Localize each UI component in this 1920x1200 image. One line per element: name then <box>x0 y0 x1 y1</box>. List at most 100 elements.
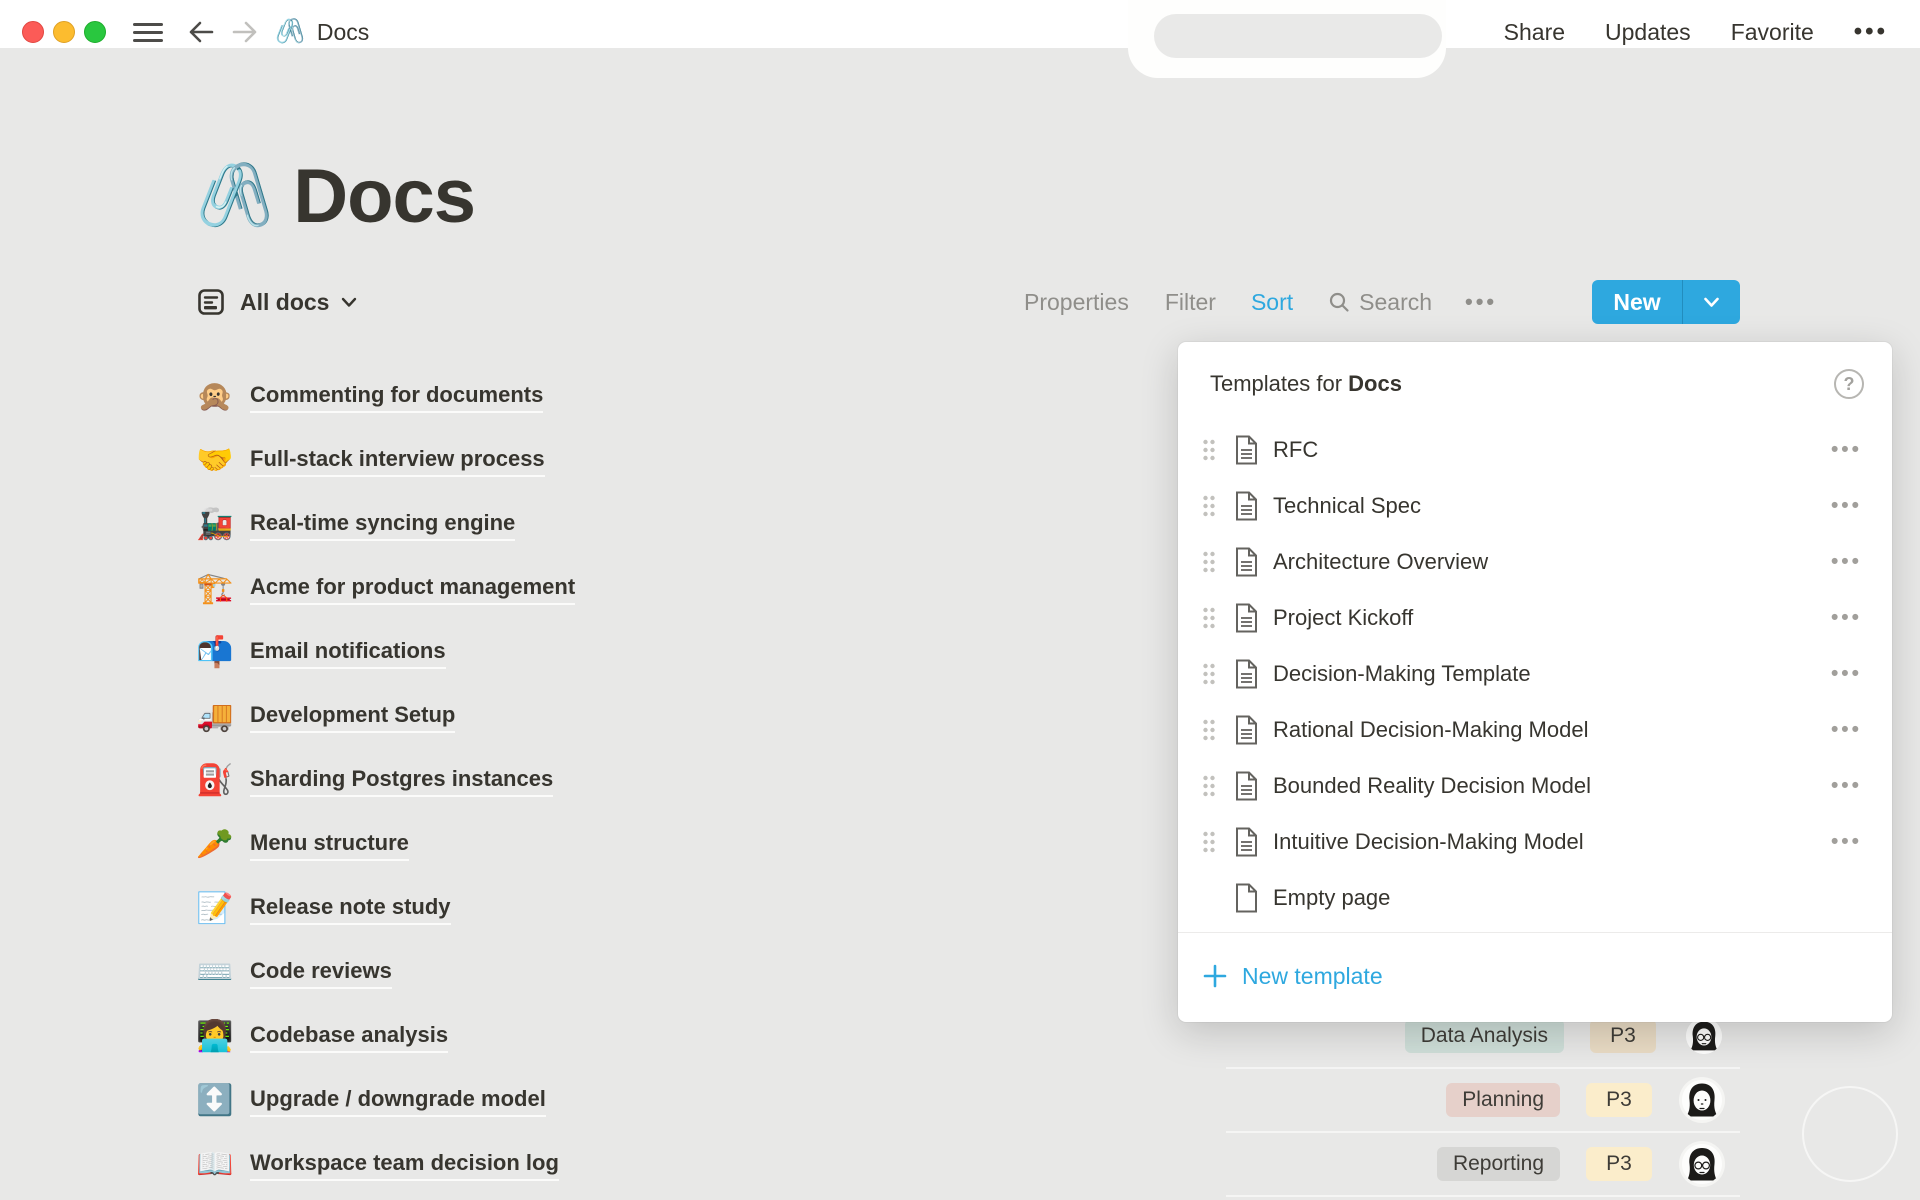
doc-title[interactable]: Commenting for documents <box>250 382 543 413</box>
template-name[interactable]: Architecture Overview <box>1273 549 1488 575</box>
tag-badge[interactable]: Reporting <box>1437 1147 1560 1181</box>
template-more-icon[interactable]: ••• <box>1831 606 1862 630</box>
back-icon[interactable] <box>187 20 215 44</box>
chevron-down-icon <box>341 297 357 308</box>
updates-button[interactable]: Updates <box>1605 19 1691 46</box>
doc-emoji-icon: 🤝 <box>196 446 238 476</box>
template-name[interactable]: Technical Spec <box>1273 493 1421 519</box>
template-row[interactable]: Rational Decision-Making Model ••• <box>1178 702 1892 758</box>
drag-handle-icon[interactable] <box>1202 550 1216 574</box>
empty-page-row[interactable]: Empty page <box>1178 870 1892 926</box>
template-name[interactable]: Rational Decision-Making Model <box>1273 717 1588 743</box>
template-name[interactable]: Bounded Reality Decision Model <box>1273 773 1591 799</box>
toolbar-more-icon[interactable]: ••• <box>1465 289 1497 315</box>
priority-badge[interactable]: P3 <box>1586 1147 1652 1181</box>
doc-title[interactable]: Email notifications <box>250 638 446 669</box>
template-row[interactable]: Project Kickoff ••• <box>1178 590 1892 646</box>
priority-badge[interactable]: P3 <box>1586 1083 1652 1117</box>
share-button[interactable]: Share <box>1504 19 1565 46</box>
doc-title[interactable]: Code reviews <box>250 958 392 989</box>
empty-page-icon <box>1234 883 1259 913</box>
drag-handle-icon[interactable] <box>1202 774 1216 798</box>
template-more-icon[interactable]: ••• <box>1831 494 1862 518</box>
template-more-icon[interactable]: ••• <box>1831 662 1862 686</box>
avatar[interactable] <box>1686 1018 1722 1054</box>
doc-emoji-icon: 👩‍💻 <box>196 1022 238 1052</box>
search-button[interactable]: Search <box>1328 289 1432 316</box>
new-button[interactable]: New <box>1592 280 1740 324</box>
doc-title[interactable]: Sharding Postgres instances <box>250 766 553 797</box>
tag-badge[interactable]: Planning <box>1446 1083 1560 1117</box>
doc-title[interactable]: Codebase analysis <box>250 1022 448 1053</box>
drag-handle-icon[interactable] <box>1202 606 1216 630</box>
templates-panel-header: Templates for Docs ? <box>1178 342 1892 406</box>
doc-emoji-icon: 🚚 <box>196 702 238 732</box>
drag-handle-icon[interactable] <box>1202 438 1216 462</box>
templates-panel: Templates for Docs ? RFC ••• Technical S… <box>1178 342 1892 1022</box>
document-icon <box>1234 771 1259 801</box>
more-actions-icon[interactable]: ••• <box>1854 18 1888 46</box>
template-more-icon[interactable]: ••• <box>1831 718 1862 742</box>
favorite-button[interactable]: Favorite <box>1731 19 1814 46</box>
template-name[interactable]: RFC <box>1273 437 1318 463</box>
template-more-icon[interactable]: ••• <box>1831 438 1862 462</box>
filter-button[interactable]: Filter <box>1165 289 1216 316</box>
new-template-button[interactable]: New template <box>1178 933 1892 1019</box>
template-row[interactable]: Intuitive Decision-Making Model ••• <box>1178 814 1892 870</box>
template-more-icon[interactable]: ••• <box>1831 550 1862 574</box>
template-row[interactable]: Decision-Making Template ••• <box>1178 646 1892 702</box>
tag-badge[interactable]: Data Analysis <box>1405 1019 1564 1053</box>
template-row[interactable]: Bounded Reality Decision Model ••• <box>1178 758 1892 814</box>
window-title: Docs <box>317 19 369 46</box>
doc-title[interactable]: Workspace team decision log <box>250 1150 559 1181</box>
doc-row-properties: Reporting P3 <box>1226 1133 1740 1197</box>
avatar[interactable] <box>1682 1080 1722 1120</box>
document-icon <box>1234 491 1259 521</box>
drag-handle-icon[interactable] <box>1202 718 1216 742</box>
template-more-icon[interactable]: ••• <box>1831 774 1862 798</box>
minimize-window-button[interactable] <box>53 21 75 43</box>
doc-emoji-icon: 🙊 <box>196 382 238 412</box>
doc-row[interactable]: 📖 Workspace team decision log Reporting … <box>196 1133 1740 1197</box>
template-row[interactable]: Architecture Overview ••• <box>1178 534 1892 590</box>
priority-badge[interactable]: P3 <box>1590 1019 1656 1053</box>
doc-emoji-icon: 🚂 <box>196 510 238 540</box>
forward-icon[interactable] <box>231 20 259 44</box>
drag-handle-icon[interactable] <box>1202 662 1216 686</box>
doc-row[interactable]: ↕️ Upgrade / downgrade model Planning P3 <box>196 1069 1740 1133</box>
doc-title[interactable]: Full-stack interview process <box>250 446 545 477</box>
drag-handle-icon[interactable] <box>1202 494 1216 518</box>
doc-emoji-icon: 📝 <box>196 894 238 924</box>
sort-button[interactable]: Sort <box>1251 289 1293 316</box>
doc-row-properties: Planning P3 <box>1226 1069 1740 1133</box>
template-more-icon[interactable]: ••• <box>1831 830 1862 854</box>
avatar[interactable] <box>1682 1144 1722 1184</box>
template-name[interactable]: Decision-Making Template <box>1273 661 1531 687</box>
doc-title[interactable]: Acme for product management <box>250 574 575 605</box>
close-window-button[interactable] <box>22 21 44 43</box>
menu-icon[interactable] <box>133 23 163 42</box>
new-button-label: New <box>1592 289 1682 316</box>
template-row[interactable]: Technical Spec ••• <box>1178 478 1892 534</box>
template-row[interactable]: RFC ••• <box>1178 422 1892 478</box>
doc-title[interactable]: Development Setup <box>250 702 455 733</box>
document-icon <box>1234 827 1259 857</box>
help-icon[interactable]: ? <box>1834 369 1864 399</box>
doc-title[interactable]: Real-time syncing engine <box>250 510 515 541</box>
doc-emoji-icon: ⛽ <box>196 766 238 796</box>
document-icon <box>1234 659 1259 689</box>
doc-title[interactable]: Release note study <box>250 894 451 925</box>
template-name[interactable]: Project Kickoff <box>1273 605 1413 631</box>
page-paperclip-icon: 🖇️ <box>275 20 305 44</box>
doc-title[interactable]: Menu structure <box>250 830 409 861</box>
properties-button[interactable]: Properties <box>1024 289 1129 316</box>
template-name[interactable]: Intuitive Decision-Making Model <box>1273 829 1584 855</box>
new-dropdown-chevron-icon[interactable] <box>1683 297 1740 308</box>
zoom-window-button[interactable] <box>84 21 106 43</box>
doc-emoji-icon: ↕️ <box>196 1086 238 1116</box>
drag-handle-icon[interactable] <box>1202 830 1216 854</box>
doc-title[interactable]: Upgrade / downgrade model <box>250 1086 546 1117</box>
view-selector[interactable]: All docs <box>196 280 357 324</box>
document-icon <box>1234 547 1259 577</box>
empty-page-label[interactable]: Empty page <box>1273 885 1390 911</box>
